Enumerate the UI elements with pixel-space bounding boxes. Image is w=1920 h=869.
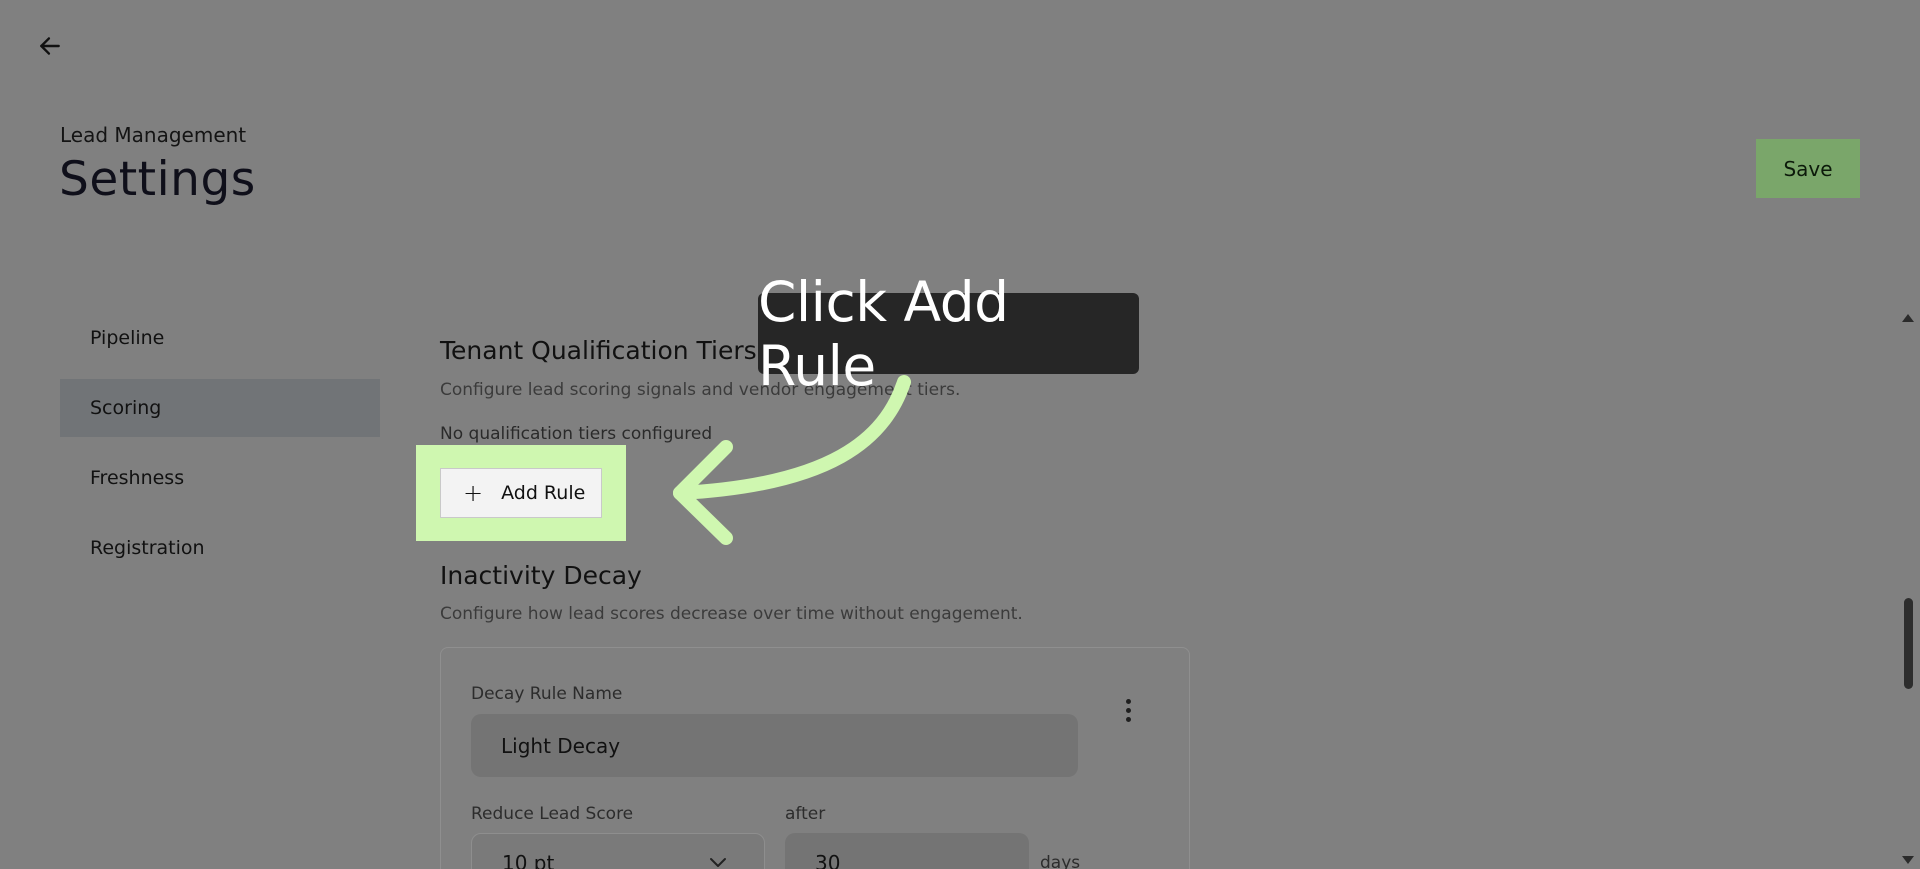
decay-rule-name-label: Decay Rule Name <box>471 684 623 704</box>
sidebar-item-scoring[interactable]: Scoring <box>60 379 380 437</box>
add-rule-button[interactable]: + Add Rule <box>440 468 602 518</box>
breadcrumb: Lead Management <box>60 123 247 147</box>
sidebar-item-pipeline[interactable]: Pipeline <box>60 309 380 367</box>
decay-rule-name-value: Light Decay <box>501 733 621 758</box>
scroll-down-icon[interactable] <box>1901 853 1915 867</box>
sidebar-item-freshness[interactable]: Freshness <box>60 449 380 507</box>
scroll-up-icon[interactable] <box>1901 311 1915 325</box>
plus-icon: + <box>463 479 484 507</box>
chevron-down-icon <box>710 858 726 867</box>
qualification-section-title: Tenant Qualification Tiers <box>440 336 757 365</box>
more-options-icon[interactable] <box>1113 695 1143 725</box>
sidebar-item-label: Registration <box>90 537 205 559</box>
decay-rule-name-input[interactable]: Light Decay <box>471 714 1078 777</box>
sidebar-item-registration[interactable]: Registration <box>60 519 380 577</box>
page-title: Settings <box>59 152 256 207</box>
back-button[interactable] <box>34 30 66 62</box>
reduce-score-label: Reduce Lead Score <box>471 804 634 824</box>
tooltip-text: Click Add Rule <box>758 269 1009 398</box>
days-value: 30 <box>815 851 841 869</box>
sidebar-item-label: Pipeline <box>90 327 165 349</box>
decay-section-title: Inactivity Decay <box>440 561 642 590</box>
arrow-left-icon <box>40 37 60 55</box>
add-rule-label: Add Rule <box>501 482 586 504</box>
decay-section-description: Configure how lead scores decrease over … <box>440 604 1023 624</box>
tooltip: Click Add Rule <box>758 270 1139 398</box>
scrollbar-thumb[interactable] <box>1904 598 1913 689</box>
sidebar-item-label: Freshness <box>90 467 185 489</box>
save-button[interactable]: Save <box>1756 139 1860 198</box>
days-input[interactable]: 30 <box>785 833 1029 869</box>
after-label: after <box>785 804 826 824</box>
sidebar-item-label: Scoring <box>90 397 162 419</box>
reduce-score-value: 10 pt <box>502 851 555 869</box>
days-unit-label: days <box>1040 853 1081 869</box>
